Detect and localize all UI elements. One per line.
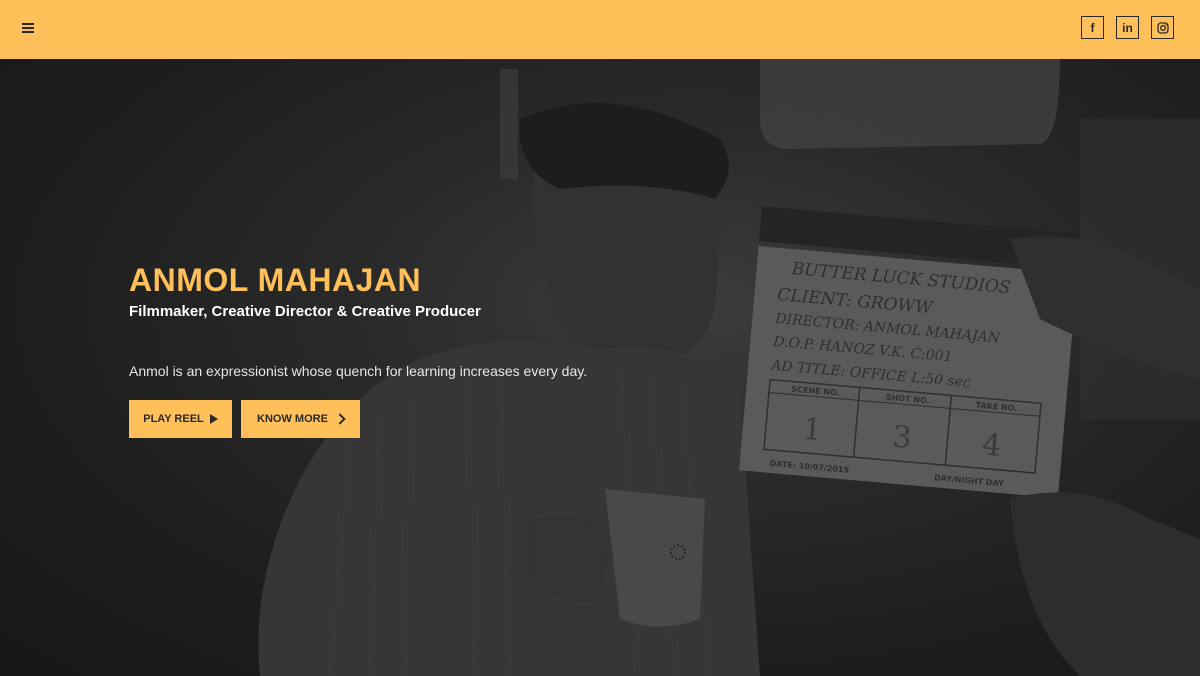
play-icon: [209, 414, 218, 424]
hero-subtitle: Filmmaker, Creative Director & Creative …: [129, 303, 481, 320]
instagram-icon[interactable]: [1151, 16, 1174, 39]
facebook-icon[interactable]: f: [1081, 16, 1104, 39]
play-reel-label: PLAY REEL: [143, 413, 204, 425]
top-bar: f in: [0, 0, 1200, 59]
hero-name: ANMOL MAHAJAN: [129, 262, 422, 298]
know-more-button[interactable]: KNOW MORE: [241, 400, 360, 438]
hero-intro: Anmol is an expressionist whose quench f…: [129, 363, 588, 379]
linkedin-icon[interactable]: in: [1116, 16, 1139, 39]
play-reel-button[interactable]: PLAY REEL: [129, 400, 232, 438]
chevron-right-icon: [334, 413, 346, 425]
hamburger-menu-icon[interactable]: [22, 22, 34, 34]
know-more-label: KNOW MORE: [257, 413, 328, 425]
